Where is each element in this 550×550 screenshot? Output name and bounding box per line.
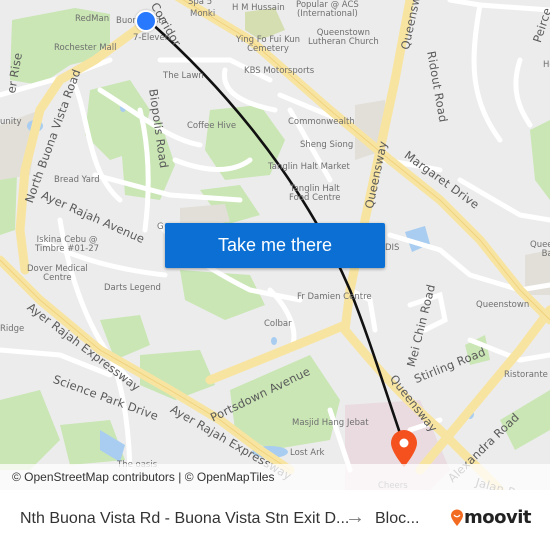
origin-marker[interactable]	[135, 10, 157, 32]
place-label: Queenstown	[476, 300, 530, 310]
place-label: Rochester Mall	[54, 43, 117, 53]
place-label: Monki	[190, 9, 216, 19]
place-label: Iskina Cebu @ Timbre #01-27	[35, 235, 100, 255]
place-label: Bread Yard	[54, 175, 100, 185]
moovit-logo[interactable]: moovit	[450, 507, 532, 528]
place-label: Coffee Hive	[187, 121, 237, 131]
place-label: Sheng Siong	[300, 140, 354, 150]
map-attribution: © OpenStreetMap contributors | © OpenMap…	[0, 464, 550, 490]
place-label: DIS	[385, 243, 400, 253]
place-label: Ying Fo Fui Kun Cemetery	[236, 35, 301, 55]
place-label: Commonwealth	[288, 117, 355, 127]
place-label: Spa 5	[188, 0, 213, 7]
place-label: Lost Ark	[290, 448, 325, 458]
place-label: H M Hussain	[232, 3, 285, 13]
place-label: Queenstown Lutheran Church	[308, 28, 379, 48]
place-label: Darts Legend	[104, 283, 161, 293]
attribution-text: © OpenStreetMap contributors | © OpenMap…	[12, 470, 275, 484]
place-label: Colbar	[264, 319, 292, 329]
place-label: G	[157, 222, 164, 232]
destination-pin-icon[interactable]	[390, 430, 418, 468]
take-me-there-button[interactable]: Take me there	[165, 223, 385, 268]
map-view[interactable]: Spa 5 Monki H M Hussain Popular @ ACS (Inter…	[0, 0, 550, 490]
place-label: Masjid Hang Jebat	[292, 418, 369, 428]
place-label: QueenstownBaptist	[530, 240, 550, 260]
place-label: KBS Motorsports	[244, 66, 315, 76]
place-label: Fr Damien Centre	[297, 292, 372, 302]
arrow-right-icon: →	[345, 506, 365, 528]
route-footer: Nth Buona Vista Rd - Buona Vista Stn Exi…	[0, 490, 550, 550]
place-label: Ristorante T	[504, 370, 550, 380]
moovit-pin-icon	[451, 509, 463, 526]
place-label: Tanglin Halt Food Centre	[289, 184, 341, 204]
place-label: Tanglin Halt Market	[268, 162, 350, 172]
place-label: unity	[0, 117, 22, 127]
place-label: RedMan	[75, 14, 110, 24]
place-label: The Lawn	[163, 71, 204, 81]
place-label: Dover Medical Centre	[27, 264, 88, 284]
place-label: Ho	[543, 60, 550, 70]
destination-stop-name: Bloc...	[375, 510, 420, 527]
place-label: Popular @ ACS (International)	[296, 0, 359, 20]
origin-stop-name: Nth Buona Vista Rd - Buona Vista Stn Exi…	[20, 510, 350, 527]
place-label: Ridge	[0, 324, 25, 334]
brand-name: moovit	[464, 507, 532, 528]
